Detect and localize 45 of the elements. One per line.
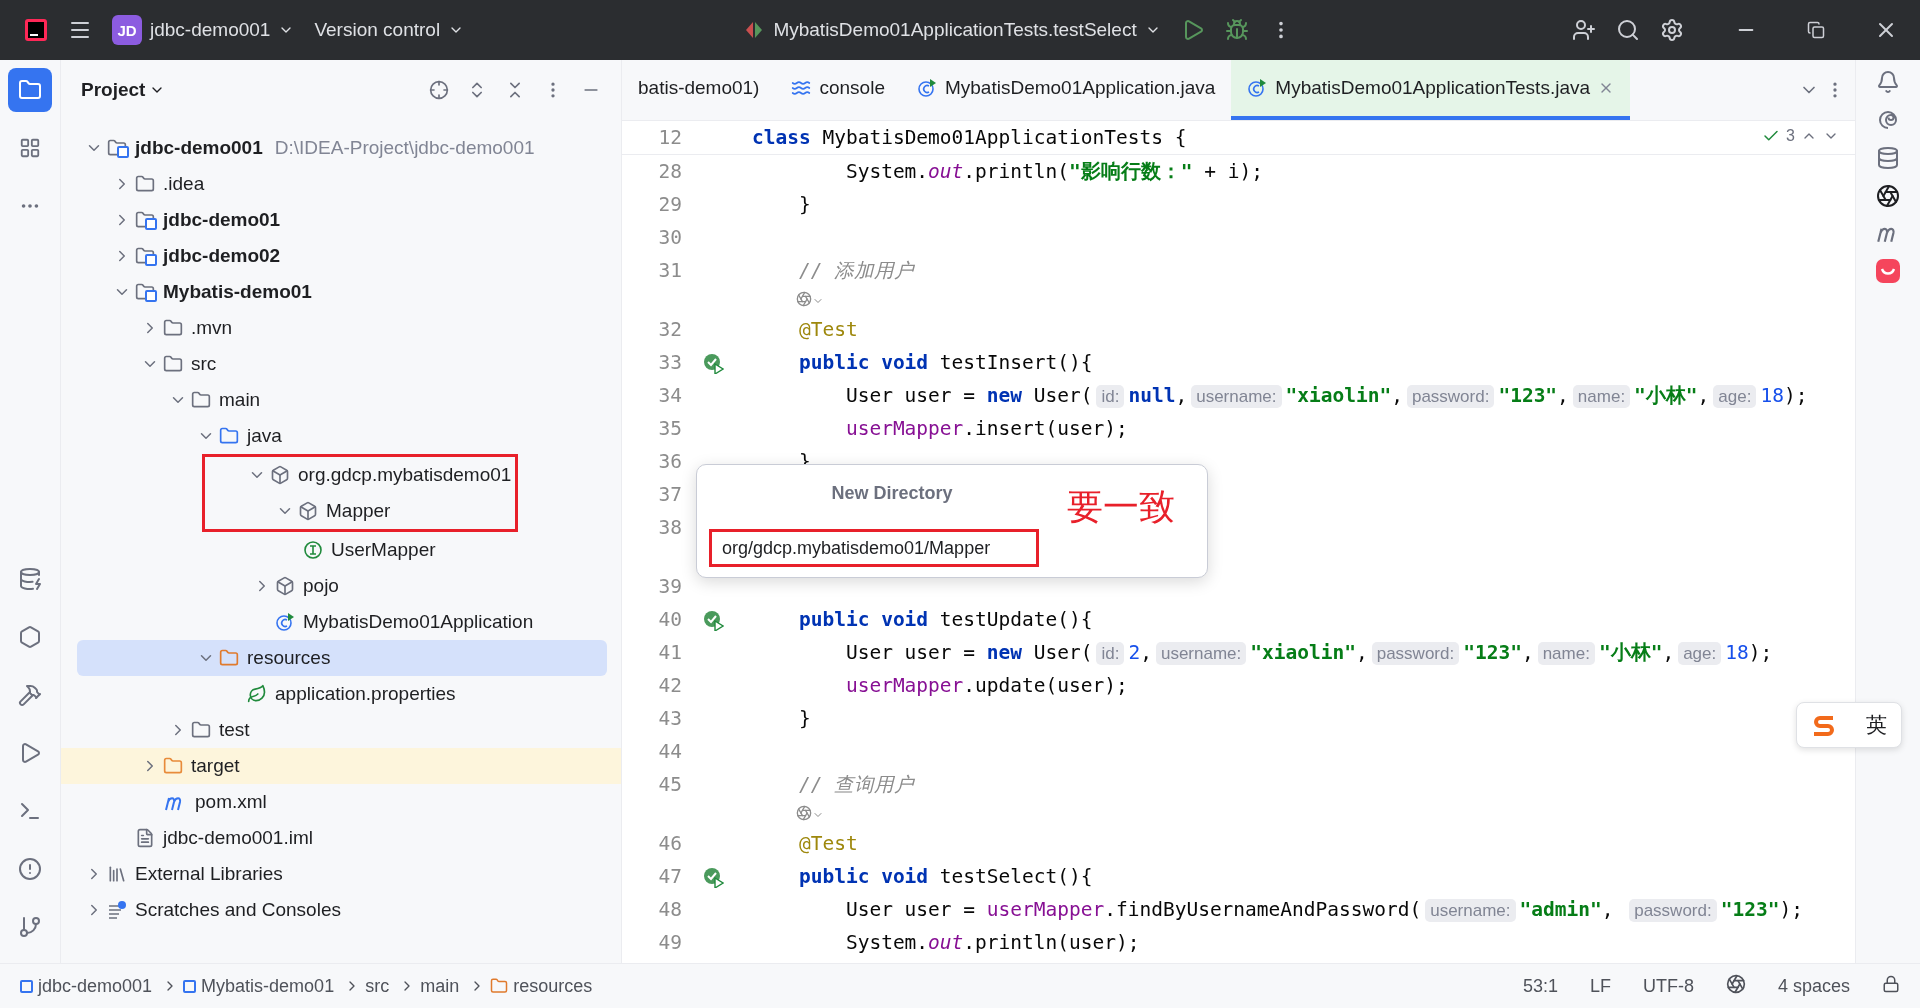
code-line: userMapper.insert(user);: [844, 417, 1128, 440]
line-number: 44: [657, 740, 682, 763]
line-number: 36: [657, 450, 682, 473]
annotation-note: 要一致: [1067, 486, 1175, 529]
code-line: System.out.println("影响行数：" + i);: [844, 159, 1263, 185]
code-line: System.out.println(user);: [844, 931, 1140, 954]
line-number: 41: [657, 641, 682, 664]
code-line: public void testSelect(){: [797, 865, 1093, 888]
line-number: 29: [657, 193, 682, 216]
code-line: public void testUpdate(){: [797, 608, 1093, 631]
line-number: 35: [657, 417, 682, 440]
line-number: 30: [657, 226, 682, 249]
line-number: 43: [657, 707, 682, 730]
code-line: // 添加用户: [797, 258, 915, 284]
line-number: 31: [657, 259, 682, 282]
line-number: 28: [657, 160, 682, 183]
line-number: 45: [657, 773, 682, 796]
code-line: User user = userMapper.findByUsernameAndPassword( username: "admin", password: "123");: [844, 898, 1803, 921]
line-number: 33: [657, 351, 682, 374]
code-line: @Test: [797, 832, 858, 855]
ime-mode: 英: [1865, 712, 1887, 738]
line-number: 39: [657, 575, 682, 598]
code-line: }: [797, 193, 811, 216]
code-line: User user = new User( id: null, username: "xiaolin", password: "123", name: "小林", age: 18);: [844, 383, 1808, 409]
line-number: 12: [657, 126, 682, 149]
line-number: 47: [657, 865, 682, 888]
line-number: 38: [657, 516, 682, 539]
line-number: 34: [657, 384, 682, 407]
project-badge: JD: [112, 15, 142, 45]
code-line: userMapper.update(user);: [844, 674, 1128, 697]
code-line: User user = new User( id: 2, username: "xiaolin", password: "123", name: "小林", age: 18);: [844, 640, 1773, 666]
code-line: class MybatisDemo01ApplicationTests {: [752, 126, 1187, 149]
code-line: public void testInsert(){: [797, 351, 1093, 374]
line-number: 49: [657, 931, 682, 954]
line-number: 40: [657, 608, 682, 631]
line-number: 46: [657, 832, 682, 855]
code-line: }: [797, 707, 811, 730]
popup-title: New Directory: [831, 483, 954, 504]
line-number: 37: [657, 483, 682, 506]
line-number: 48: [657, 898, 682, 921]
code-line: @Test: [797, 318, 858, 341]
code-line: // 查询用户: [797, 772, 915, 798]
line-number: 42: [657, 674, 682, 697]
path-hint: D:\IDEA-Project\jdbc-demo001: [274, 137, 535, 159]
line-number: 32: [657, 318, 682, 341]
